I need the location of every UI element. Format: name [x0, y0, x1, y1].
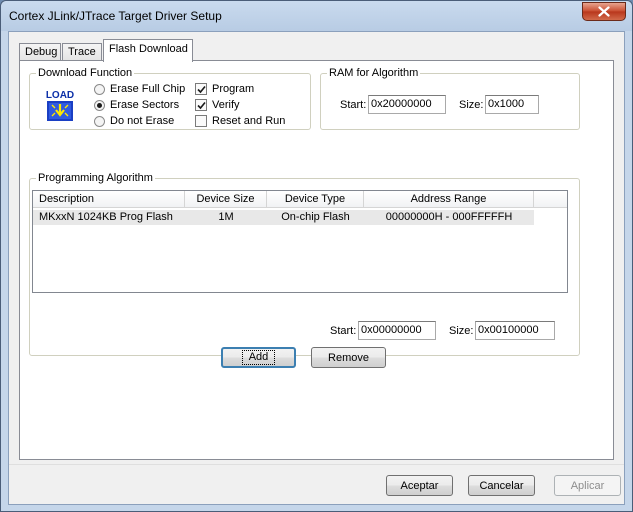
algorithm-list-header: Description Device Size Device Type Addr…: [33, 191, 567, 208]
reset-and-run-check-box[interactable]: [195, 115, 207, 127]
programming-algorithm-legend: Programming Algorithm: [38, 172, 153, 184]
ram-start-label: Start:: [340, 99, 367, 111]
remove-button[interactable]: Remove: [311, 347, 386, 368]
table-row[interactable]: MKxxN 1024KB Prog Flash 1M On-chip Flash…: [33, 210, 534, 225]
verify-label: Verify: [212, 99, 240, 111]
load-icon: LOAD: [43, 87, 77, 123]
ram-for-algorithm-legend: RAM for Algorithm: [329, 67, 419, 79]
add-button[interactable]: Add: [221, 347, 296, 368]
program-label: Program: [212, 83, 255, 95]
apply-button: Aplicar: [554, 475, 621, 496]
algo-start-input[interactable]: 0x00000000: [358, 321, 436, 340]
flash-download-panel: Download Function LOAD Erase Full Chip E…: [19, 60, 614, 460]
column-header-device-size[interactable]: Device Size: [185, 191, 267, 208]
ok-button[interactable]: Aceptar: [386, 475, 453, 496]
verify-checkbox[interactable]: Verify: [195, 99, 240, 111]
erase-full-chip-radio[interactable]: Erase Full Chip: [94, 83, 185, 95]
erase-sectors-label: Erase Sectors: [110, 99, 180, 111]
tab-trace-label: Trace: [68, 46, 96, 58]
program-checkbox[interactable]: Program: [195, 83, 254, 95]
erase-sectors-radio-circle[interactable]: [94, 99, 105, 111]
row-device-size: 1M: [218, 211, 234, 223]
tab-flash-download-label: Flash Download: [109, 43, 188, 55]
checkmark-icon: [196, 101, 206, 109]
program-check-box[interactable]: [195, 83, 207, 95]
column-header-description[interactable]: Description: [33, 191, 185, 208]
row-device-type: On-chip Flash: [281, 211, 350, 223]
checkmark-icon: [196, 85, 206, 93]
ram-size-label: Size:: [459, 99, 484, 111]
algo-size-label: Size:: [449, 325, 474, 337]
verify-check-box[interactable]: [195, 99, 207, 111]
dialog-client-area: Debug Trace Flash Download Download Func…: [8, 31, 625, 505]
reset-and-run-checkbox[interactable]: Reset and Run: [195, 115, 285, 127]
do-not-erase-radio-circle[interactable]: [94, 115, 105, 127]
ram-for-algorithm-group: RAM for Algorithm Start: 0x20000000 Size…: [320, 67, 580, 130]
algo-start-label: Start:: [330, 325, 357, 337]
load-icon-label: LOAD: [46, 90, 74, 101]
close-button[interactable]: [582, 2, 626, 21]
dialog-window: Cortex JLink/JTrace Target Driver Setup …: [0, 0, 633, 512]
tab-trace[interactable]: Trace: [62, 43, 102, 61]
tab-flash-download[interactable]: Flash Download: [103, 39, 193, 62]
column-header-device-type[interactable]: Device Type: [267, 191, 364, 208]
column-header-filler: [534, 191, 567, 208]
reset-and-run-label: Reset and Run: [212, 115, 286, 127]
add-button-label: Add: [241, 350, 276, 365]
close-icon: [598, 6, 610, 17]
programming-algorithm-group: Programming Algorithm Description Device…: [29, 172, 580, 356]
erase-sectors-radio[interactable]: Erase Sectors: [94, 99, 179, 111]
download-function-group: Download Function LOAD Erase Full Chip E…: [29, 67, 311, 130]
erase-full-chip-label: Erase Full Chip: [110, 83, 186, 95]
title-bar[interactable]: Cortex JLink/JTrace Target Driver Setup: [1, 1, 632, 31]
algorithm-list[interactable]: Description Device Size Device Type Addr…: [32, 190, 568, 293]
row-address-range: 00000000H - 000FFFFFH: [385, 211, 513, 223]
erase-full-chip-radio-circle[interactable]: [94, 83, 105, 95]
column-header-address-range[interactable]: Address Range: [364, 191, 534, 208]
do-not-erase-label: Do not Erase: [110, 115, 175, 127]
cancel-button[interactable]: Cancelar: [468, 475, 535, 496]
row-description: MKxxN 1024KB Prog Flash: [39, 211, 173, 223]
tab-debug-label: Debug: [25, 46, 58, 58]
ram-start-input[interactable]: 0x20000000: [368, 95, 446, 114]
algo-size-input[interactable]: 0x00100000: [475, 321, 555, 340]
footer-separator: [9, 464, 624, 465]
download-function-legend: Download Function: [38, 67, 133, 79]
do-not-erase-radio[interactable]: Do not Erase: [94, 115, 174, 127]
tab-debug[interactable]: Debug: [19, 43, 61, 61]
window-title: Cortex JLink/JTrace Target Driver Setup: [9, 9, 222, 23]
ram-size-input[interactable]: 0x1000: [485, 95, 539, 114]
